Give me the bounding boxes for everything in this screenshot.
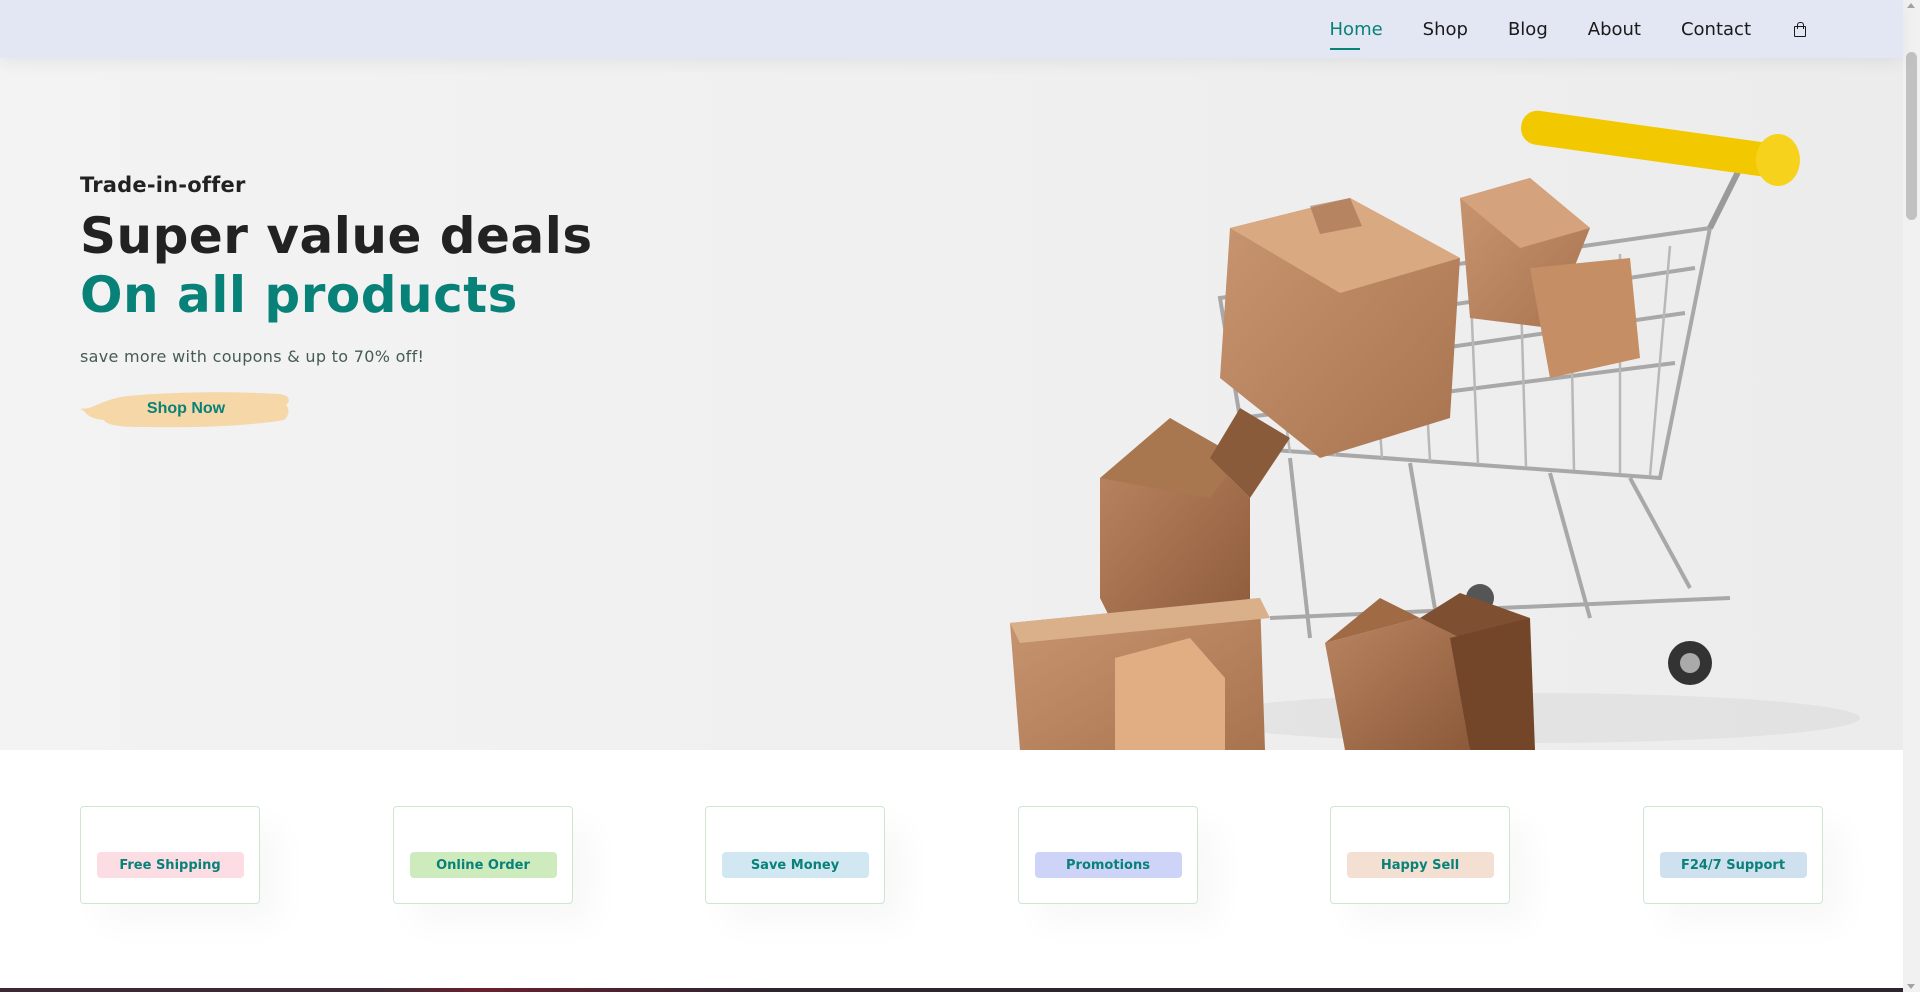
hero-headline: Super value deals [80, 207, 593, 265]
scroll-up-arrow-icon[interactable] [1907, 3, 1915, 8]
scroll-thumb[interactable] [1906, 52, 1917, 220]
nav-about[interactable]: About [1588, 15, 1641, 44]
main-nav: Home Shop Blog About Contact [1290, 15, 1807, 50]
hero-headline-accent: On all products [80, 266, 518, 324]
feature-tag: Happy Sell [1346, 852, 1494, 878]
feature-card-save-money: Save Money [705, 806, 885, 904]
scroll-down-arrow-icon[interactable] [1907, 984, 1915, 989]
feature-card-promotions: Promotions [1018, 806, 1198, 904]
feature-tag: Promotions [1034, 852, 1182, 878]
feature-card-support: F24/7 Support [1643, 806, 1823, 904]
shopping-cart-with-boxes-image [1010, 110, 1860, 750]
hero-text: Trade-in-offer Super value deals On all … [80, 173, 593, 434]
shopping-bag-icon[interactable] [1793, 22, 1807, 37]
feature-card-online-order: Online Order [393, 806, 573, 904]
nav-contact[interactable]: Contact [1681, 15, 1751, 44]
feature-card-free-shipping: Free Shipping [80, 806, 260, 904]
feature-tag: Save Money [721, 852, 869, 878]
page-scrollbar[interactable] [1903, 0, 1920, 992]
feature-tag: Online Order [409, 852, 557, 878]
hero-section: Trade-in-offer Super value deals On all … [0, 58, 1903, 750]
nav-blog[interactable]: Blog [1508, 15, 1548, 44]
hero-kicker: Trade-in-offer [80, 173, 246, 197]
site-header: Home Shop Blog About Contact [0, 0, 1903, 58]
shop-now-button[interactable]: Shop Now [80, 384, 292, 434]
nav-shop[interactable]: Shop [1423, 15, 1468, 44]
feature-tag: Free Shipping [96, 852, 244, 878]
hero-subtitle: save more with coupons & up to 70% off! [80, 347, 425, 366]
nav-home[interactable]: Home [1329, 15, 1383, 50]
feature-tag: F24/7 Support [1659, 852, 1807, 878]
next-section-edge [0, 988, 1903, 992]
feature-section: Free Shipping Online Order Save Money Pr… [80, 806, 1823, 904]
shop-now-label: Shop Now [146, 400, 226, 417]
feature-card-happy-sell: Happy Sell [1330, 806, 1510, 904]
